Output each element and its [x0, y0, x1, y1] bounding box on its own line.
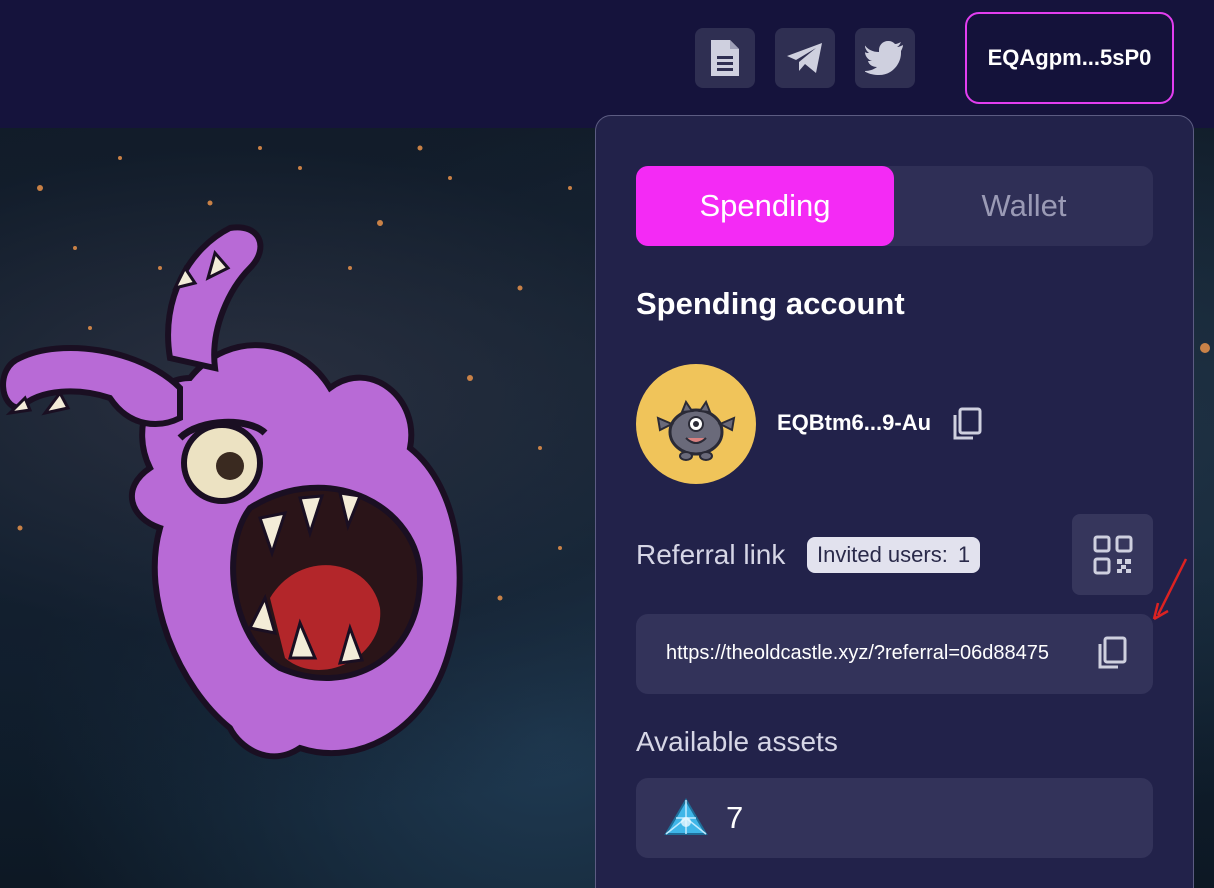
asset-item: 7 [636, 778, 1153, 858]
annotation-arrow-icon [1152, 558, 1188, 621]
account-tabs: Spending Wallet [636, 166, 1153, 246]
asset-value: 7 [726, 800, 744, 835]
referral-link-field[interactable]: https://theoldcastle.xyz/?referral=06d88… [636, 614, 1153, 694]
telegram-icon [787, 43, 822, 73]
copy-referral-icon[interactable] [1096, 636, 1128, 670]
invited-users-label: Invited users: [817, 542, 948, 567]
twitter-icon [865, 41, 903, 75]
assets-label: Available assets [636, 726, 838, 757]
crystal-icon [664, 798, 708, 835]
docs-button[interactable] [695, 28, 755, 88]
wallet-address: EQAgpm...5sP0 [987, 45, 1152, 70]
creature-avatar-icon [656, 399, 736, 461]
twitter-button[interactable] [855, 28, 915, 88]
telegram-button[interactable] [775, 28, 835, 88]
account-panel: Spending Wallet Spending account EQBtm6.… [595, 115, 1194, 888]
section-title: Spending account [636, 286, 905, 321]
invited-users-badge: Invited users: 1 [807, 537, 981, 573]
tab-wallet[interactable]: Wallet [895, 166, 1153, 246]
copy-address-icon[interactable] [951, 407, 983, 441]
qr-code-button[interactable] [1072, 514, 1153, 595]
wallet-address-button[interactable]: EQAgpm...5sP0 [965, 12, 1174, 104]
tab-spending[interactable]: Spending [636, 166, 894, 246]
invited-users-count: 1 [957, 542, 971, 567]
referral-label: Referral link [636, 539, 786, 570]
referral-url: https://theoldcastle.xyz/?referral=06d88… [666, 642, 1050, 664]
avatar [636, 364, 756, 484]
account-address: EQBtm6...9-Au [777, 410, 932, 435]
qr-code-icon [1093, 535, 1132, 574]
docs-icon [711, 40, 739, 76]
